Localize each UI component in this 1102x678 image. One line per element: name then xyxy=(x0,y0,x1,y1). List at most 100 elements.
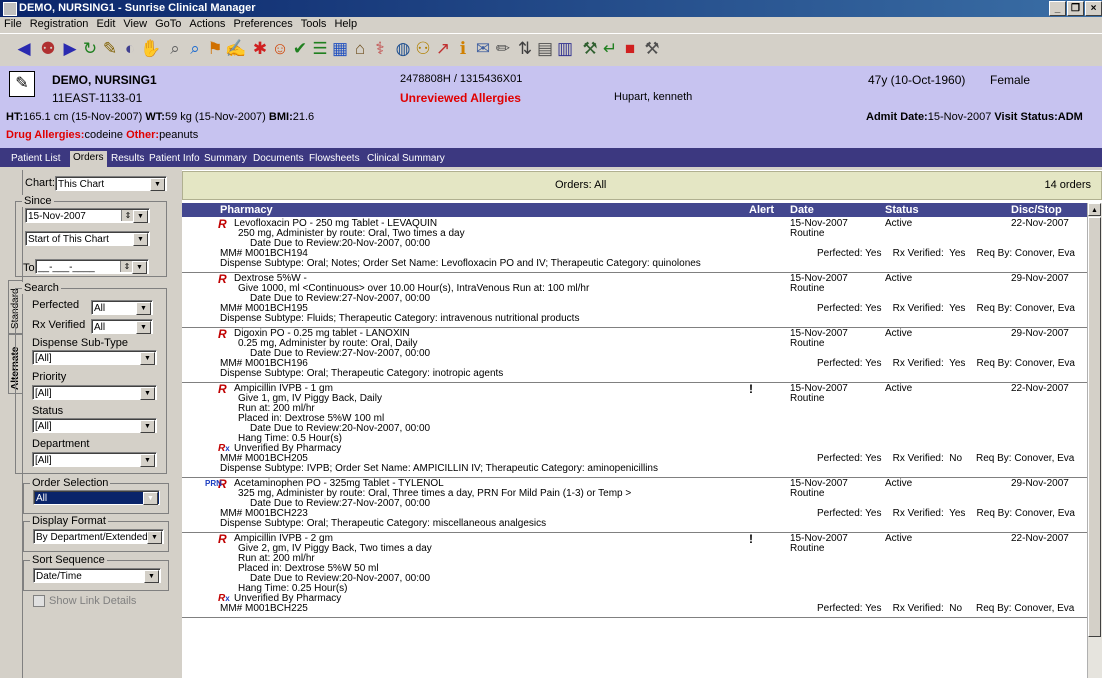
maximize-button[interactable]: ❒ xyxy=(1067,1,1084,16)
rx-verified-select[interactable]: All ▼ xyxy=(91,319,153,334)
back-icon[interactable]: ◀ xyxy=(14,39,34,59)
show-link-details-checkbox[interactable]: Show Link Details xyxy=(33,595,136,608)
menu-file[interactable]: File xyxy=(0,17,26,31)
chevron-down-icon: ▼ xyxy=(133,233,148,246)
people-icon[interactable]: ⚉ xyxy=(38,39,58,59)
unreviewed-allergies-link[interactable]: Unreviewed Allergies xyxy=(400,91,521,105)
department-select[interactable]: [All] ▼ xyxy=(32,452,157,467)
view-icon[interactable]: ◐ xyxy=(120,39,140,59)
perfected-select[interactable]: All ▼ xyxy=(91,300,153,315)
globe-icon[interactable]: ◍ xyxy=(393,39,413,59)
wrench-icon[interactable]: ⚒ xyxy=(642,39,662,59)
menu-registration[interactable]: Registration xyxy=(26,17,93,31)
dispense-subtype-select[interactable]: [All] ▼ xyxy=(32,350,157,365)
refresh-icon[interactable]: ↻ xyxy=(80,39,100,59)
order-row[interactable]: R Dextrose 5%W - Give 1000, ml <Continuous… xyxy=(182,272,1087,328)
to-date-input[interactable]: __-___-____ ⇕ ▼ xyxy=(35,259,149,274)
order-row[interactable]: R Ampicillin IVPB - 2 gm Give 2, gm, IV Pi… xyxy=(182,532,1087,618)
star-person-icon[interactable]: ✱ xyxy=(250,39,270,59)
tab-documents[interactable]: Documents xyxy=(250,152,307,166)
menu-edit[interactable]: Edit xyxy=(92,17,119,31)
scroll-thumb[interactable] xyxy=(1088,217,1101,637)
scroll-up-icon[interactable]: ▲ xyxy=(1088,203,1101,216)
close-button[interactable]: × xyxy=(1085,1,1102,16)
menu-view[interactable]: View xyxy=(119,17,151,31)
tab-patient-list[interactable]: Patient List xyxy=(8,152,63,166)
order-status: Active xyxy=(885,273,913,284)
col-alert[interactable]: Alert xyxy=(749,204,774,216)
exit-icon[interactable]: ↵ xyxy=(600,39,620,59)
order-row[interactable]: R Digoxin PO - 0.25 mg tablet - LANOXIN 0.… xyxy=(182,327,1087,383)
columns-icon[interactable]: ▥ xyxy=(555,39,575,59)
menu-actions[interactable]: Actions xyxy=(185,17,229,31)
chevron-down-icon: ▼ xyxy=(140,454,155,467)
order-row[interactable]: R Levofloxacin PO - 250 mg Tablet - LEVAQ… xyxy=(182,217,1087,273)
order-selection-select[interactable]: All ▼ xyxy=(33,490,160,505)
sort-icon[interactable]: ⇅ xyxy=(515,39,535,59)
order-disc-stop: 22-Nov-2007 xyxy=(1011,383,1069,394)
table-icon[interactable]: ▤ xyxy=(535,39,555,59)
status-select[interactable]: [All] ▼ xyxy=(32,418,157,433)
col-disc-stop[interactable]: Disc/Stop xyxy=(1011,204,1062,216)
bookmark-icon[interactable]: ■ xyxy=(620,39,640,59)
order-status: Active xyxy=(885,478,913,489)
signature-icon[interactable]: ✏ xyxy=(493,39,513,59)
message-icon[interactable]: ✉ xyxy=(473,39,493,59)
dispense-subtype-label: Dispense Sub-Type xyxy=(32,337,128,349)
tab-flowsheets[interactable]: Flowsheets xyxy=(306,152,363,166)
chevron-down-icon: ▼ xyxy=(140,352,155,365)
info-icon[interactable]: ℹ xyxy=(453,39,473,59)
since-from-select[interactable]: Start of This Chart ▼ xyxy=(25,231,150,246)
bmi-label: BMI: xyxy=(268,111,293,123)
grid-icon[interactable]: ▦ xyxy=(330,39,350,59)
menu-preferences[interactable]: Preferences xyxy=(229,17,296,31)
rx-icon: R xyxy=(218,327,227,341)
menu-goto[interactable]: GoTo xyxy=(151,17,185,31)
order-priority: Routine xyxy=(790,543,825,554)
col-date[interactable]: Date xyxy=(790,204,814,216)
col-pharmacy[interactable]: Pharmacy xyxy=(220,204,273,216)
check-icon[interactable]: ✔ xyxy=(290,39,310,59)
admit-info: Admit Date:15-Nov-2007 Visit Status:ADM xyxy=(866,111,1083,123)
sort-sequence-select[interactable]: Date/Time ▼ xyxy=(33,568,161,583)
building-icon[interactable]: ⌂ xyxy=(350,39,370,59)
order-row[interactable]: R Ampicillin IVPB - 1 gm Give 1, gm, IV Pi… xyxy=(182,382,1087,478)
pen-icon[interactable]: ✍ xyxy=(225,39,246,59)
rx-icon: R xyxy=(218,272,227,286)
priority-select[interactable]: [All] ▼ xyxy=(32,385,157,400)
search-icon[interactable]: ⌕ xyxy=(165,39,185,59)
tab-patient-info[interactable]: Patient Info xyxy=(146,152,203,166)
order-disc-stop: 22-Nov-2007 xyxy=(1011,533,1069,544)
flag-icon[interactable]: ⚑ xyxy=(205,39,225,59)
forward-icon[interactable]: ▶ xyxy=(60,39,80,59)
col-status[interactable]: Status xyxy=(885,204,919,216)
edit-icon[interactable]: ✎ xyxy=(100,39,120,59)
tools-icon[interactable]: ⚒ xyxy=(580,39,600,59)
network-icon[interactable]: ⚇ xyxy=(413,39,433,59)
hand-icon[interactable]: ✋ xyxy=(140,39,161,59)
person-icon[interactable]: ☺ xyxy=(270,39,290,59)
chevron-down-icon: ▼ xyxy=(144,570,159,583)
edit-patient-icon[interactable]: ✎ xyxy=(9,71,35,97)
chart-icon[interactable]: ☰ xyxy=(310,39,330,59)
chart-select[interactable]: This Chart ▼ xyxy=(55,176,167,191)
tab-summary[interactable]: Summary xyxy=(201,152,250,166)
display-format-select[interactable]: By Department/Extended ▼ xyxy=(33,529,164,544)
vertical-scrollbar[interactable]: ▲ xyxy=(1087,203,1102,678)
minimize-button[interactable]: _ xyxy=(1049,1,1066,16)
menu-help[interactable]: Help xyxy=(330,17,361,31)
chart-label: Chart: xyxy=(25,177,55,189)
menu-tools[interactable]: Tools xyxy=(297,17,331,31)
tab-orders[interactable]: Orders xyxy=(70,151,107,167)
since-date-input[interactable]: 15-Nov-2007 ⇕ ▼ xyxy=(25,208,150,223)
pill-icon[interactable]: ⚕ xyxy=(370,39,390,59)
syringe-icon[interactable]: ↗ xyxy=(433,39,453,59)
search-list-icon[interactable]: ⌕ xyxy=(185,39,205,59)
patient-location: 11EAST-1133-01 xyxy=(52,91,143,105)
since-from-value: Start of This Chart xyxy=(28,234,109,245)
bmi-value: 21.6 xyxy=(292,111,315,123)
order-row[interactable]: R PRN Acetaminophen PO - 325mg Tablet - TY… xyxy=(182,477,1087,533)
tab-clinical-summary[interactable]: Clinical Summary xyxy=(364,152,448,166)
tab-results[interactable]: Results xyxy=(108,152,147,166)
orders-count: 14 orders xyxy=(1044,179,1091,191)
